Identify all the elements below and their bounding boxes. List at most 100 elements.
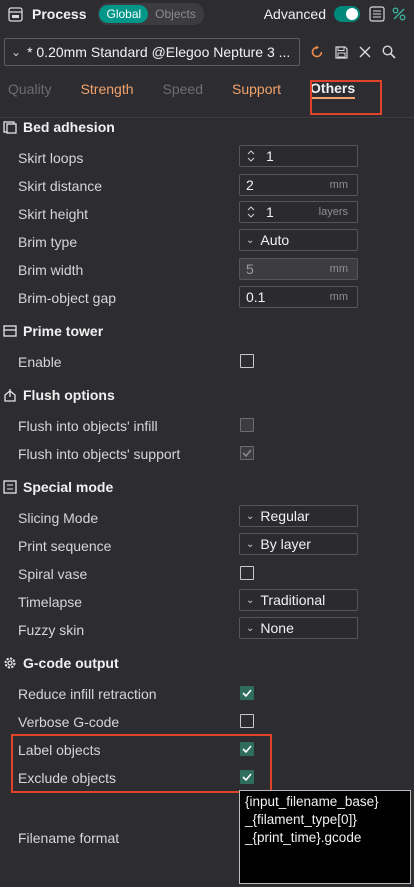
reset-icon[interactable] [310, 45, 324, 59]
slicing-mode-select[interactable]: ⌄ Regular [239, 505, 358, 527]
panel-title: Process [32, 6, 87, 22]
filename-format-input[interactable]: {input_filename_base} _{filament_type[0]… [239, 790, 411, 884]
slicing-mode-label: Slicing Mode [18, 510, 99, 526]
flush-infill-label: Flush into objects' infill [18, 418, 158, 434]
slicing-mode-value: Regular [260, 508, 310, 524]
filename-line-2: _{filament_type[0]} [245, 812, 357, 827]
spiral-vase-label: Spiral vase [18, 566, 88, 582]
fuzzy-skin-value: None [260, 620, 294, 636]
brim-width-unit: mm [329, 263, 348, 275]
brim-gap-label: Brim-object gap [18, 290, 117, 306]
skirt-loops-label: Skirt loops [18, 150, 84, 166]
verbose-gcode-checkbox[interactable] [240, 714, 254, 728]
section-flush-options: Flush options [0, 383, 414, 407]
skirt-distance-label: Skirt distance [18, 178, 103, 194]
section-title: Flush options [23, 387, 115, 403]
bed-adhesion-icon [3, 120, 17, 134]
section-title: Bed adhesion [23, 119, 115, 135]
skirt-distance-input[interactable]: 2 mm [239, 174, 358, 196]
filename-line-1: {input_filename_base} [245, 794, 379, 809]
gear-icon [3, 656, 17, 670]
skirt-distance-unit: mm [329, 179, 348, 191]
timelapse-select[interactable]: ⌄ Traditional [239, 589, 358, 611]
skirt-distance-value: 2 [246, 177, 254, 193]
chevron-down-icon: ⌄ [246, 622, 255, 634]
prime-tower-enable-label: Enable [18, 354, 62, 370]
scope-global-button[interactable]: Global [99, 5, 149, 23]
skirt-loops-input[interactable]: 1 [239, 145, 358, 167]
prime-tower-enable-checkbox[interactable] [240, 354, 254, 368]
filename-line-3: _{print_time}.gcode [245, 830, 362, 845]
brim-width-value: 5 [246, 261, 254, 277]
skirt-height-label: Skirt height [18, 206, 89, 222]
chevron-down-icon: ⌄ [246, 234, 255, 246]
timelapse-value: Traditional [260, 592, 326, 608]
tab-strength[interactable]: Strength [81, 81, 134, 97]
print-sequence-select[interactable]: ⌄ By layer [239, 533, 358, 555]
close-icon[interactable] [358, 45, 372, 59]
section-title: G-code output [23, 655, 119, 671]
brim-gap-input[interactable]: 0.1 mm [239, 286, 358, 308]
flush-infill-checkbox[interactable] [240, 418, 254, 432]
spiral-vase-checkbox[interactable] [240, 566, 254, 580]
fuzzy-skin-select[interactable]: ⌄ None [239, 617, 358, 639]
highlight-box-tab [310, 80, 382, 115]
chevron-down-icon: ⌄ [246, 538, 255, 550]
brim-width-label: Brim width [18, 262, 84, 278]
flush-support-checkbox[interactable] [240, 446, 254, 460]
section-special-mode: Special mode [0, 475, 414, 499]
flush-icon [3, 388, 17, 402]
process-icon [6, 5, 24, 23]
checkmark-icon [242, 689, 252, 698]
brim-gap-value: 0.1 [246, 289, 266, 305]
section-title: Special mode [23, 479, 114, 495]
scope-objects-button[interactable]: Objects [148, 5, 203, 23]
filename-format-label: Filename format [18, 830, 120, 846]
brim-width-input[interactable]: 5 mm [239, 258, 358, 280]
chevron-down-icon: ⌄ [246, 594, 255, 606]
section-bed-adhesion: Bed adhesion [0, 115, 414, 139]
print-sequence-label: Print sequence [18, 538, 112, 554]
skirt-height-value: 1 [266, 204, 274, 220]
skirt-height-input[interactable]: 1 layers [239, 201, 358, 223]
tab-quality[interactable]: Quality [8, 81, 52, 97]
tab-support[interactable]: Support [232, 81, 281, 97]
checkmark-icon [242, 449, 252, 458]
section-gcode-output: G-code output [0, 651, 414, 675]
reduce-infill-checkbox[interactable] [240, 686, 254, 700]
compare-icon[interactable] [390, 5, 408, 23]
list-icon[interactable] [368, 5, 386, 23]
save-icon[interactable] [334, 45, 348, 59]
skirt-loops-value: 1 [266, 148, 274, 164]
print-sequence-value: By layer [260, 536, 311, 552]
tab-speed[interactable]: Speed [163, 81, 203, 97]
section-title: Prime tower [23, 323, 104, 339]
brim-type-value: Auto [260, 232, 290, 248]
special-mode-icon [3, 480, 17, 494]
highlight-box-objects [11, 734, 272, 793]
chevron-down-icon: ⌄ [246, 510, 255, 522]
chevron-down-icon: ⌄ [11, 45, 22, 59]
search-icon[interactable] [382, 45, 396, 59]
timelapse-label: Timelapse [18, 594, 83, 610]
brim-type-select[interactable]: ⌄ Auto [239, 229, 358, 251]
section-prime-tower: Prime tower [0, 319, 414, 343]
brim-type-label: Brim type [18, 234, 78, 250]
reduce-infill-label: Reduce infill retraction [18, 686, 157, 702]
preset-row: ⌄ * 0.20mm Standard @Elegoo Nepture 3 ..… [0, 34, 414, 70]
spin-arrows-icon[interactable] [244, 149, 258, 163]
process-topbar: Process Global Objects Advanced [0, 0, 414, 28]
process-panel: Process Global Objects Advanced ⌄ * 0.20… [0, 0, 414, 887]
scope-switch[interactable]: Global Objects [98, 3, 204, 25]
spin-arrows-icon[interactable] [244, 205, 258, 219]
preset-dropdown[interactable]: ⌄ * 0.20mm Standard @Elegoo Nepture 3 ..… [4, 38, 300, 66]
advanced-toggle[interactable] [334, 6, 360, 22]
brim-gap-unit: mm [329, 291, 348, 303]
skirt-height-unit: layers [318, 206, 348, 218]
verbose-gcode-label: Verbose G-code [18, 714, 120, 730]
prime-tower-icon [3, 324, 17, 338]
preset-name: * 0.20mm Standard @Elegoo Nepture 3 ... [27, 44, 291, 60]
flush-support-label: Flush into objects' support [18, 446, 181, 462]
fuzzy-skin-label: Fuzzy skin [18, 622, 85, 638]
advanced-label: Advanced [263, 6, 326, 22]
